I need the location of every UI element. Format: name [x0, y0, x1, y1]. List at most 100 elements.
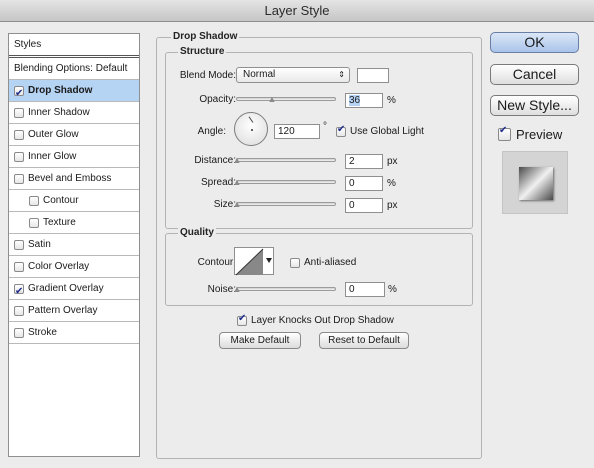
style-item-label: Color Overlay — [28, 260, 90, 272]
drop-shadow-group: Drop Shadow Structure Blend Mode: Normal… — [156, 31, 482, 459]
new-style-button[interactable]: New Style... — [490, 95, 579, 116]
distance-slider-thumb[interactable]: ▲ — [232, 156, 242, 165]
color-overlay-checkbox[interactable] — [14, 261, 24, 272]
satin-checkbox[interactable] — [14, 239, 24, 250]
pattern-overlay-checkbox[interactable] — [14, 305, 24, 316]
anti-aliased-checkbox[interactable] — [290, 257, 300, 268]
preview-checkbox[interactable] — [498, 125, 511, 141]
style-item-label: Contour — [43, 194, 79, 206]
style-item-label: Texture — [43, 216, 76, 228]
structure-group: Structure Blend Mode: Normal ⇕ Opacity: … — [165, 46, 473, 229]
style-item-label: Drop Shadow — [28, 84, 93, 96]
ok-button[interactable]: OK — [490, 32, 579, 53]
style-item-label: Gradient Overlay — [28, 282, 104, 294]
size-input[interactable]: 0 — [345, 198, 383, 213]
inner-shadow-checkbox[interactable] — [14, 107, 24, 118]
style-item-texture[interactable]: Texture — [9, 212, 139, 234]
outer-glow-checkbox[interactable] — [14, 129, 24, 140]
contour-checkbox[interactable] — [29, 195, 39, 206]
contour-label: Contour: — [197, 257, 236, 268]
spread-input[interactable]: 0 — [345, 176, 383, 191]
noise-input[interactable]: 0 — [345, 282, 385, 297]
style-item-label: Bevel and Emboss — [28, 172, 112, 184]
style-item-pattern-overlay[interactable]: Pattern Overlay — [9, 300, 139, 322]
style-item-label: Outer Glow — [28, 128, 79, 140]
style-item-inner-shadow[interactable]: Inner Shadow — [9, 102, 139, 124]
distance-slider-track[interactable] — [236, 158, 336, 162]
size-unit: px — [387, 200, 398, 211]
style-item-label: Stroke — [28, 326, 57, 338]
contour-linear-icon — [235, 248, 272, 276]
spread-label: Spread: — [200, 177, 236, 188]
blend-mode-select[interactable]: Normal ⇕ — [236, 67, 350, 83]
size-slider-track[interactable] — [236, 202, 336, 206]
bevel-and-emboss-checkbox[interactable] — [14, 173, 24, 184]
angle-input[interactable]: 120 — [274, 124, 320, 139]
style-item-drop-shadow[interactable]: Drop Shadow — [9, 80, 139, 105]
drop-shadow-title: Drop Shadow — [171, 31, 240, 42]
cancel-button[interactable]: Cancel — [490, 64, 579, 85]
noise-label: Noise: — [207, 284, 236, 295]
style-item-color-overlay[interactable]: Color Overlay — [9, 256, 139, 278]
quality-title: Quality — [178, 227, 216, 238]
distance-unit: px — [387, 156, 398, 167]
style-item-stroke[interactable]: Stroke — [9, 322, 139, 344]
opacity-slider-thumb[interactable]: ▲ — [267, 95, 277, 104]
shadow-color-swatch[interactable] — [357, 68, 389, 83]
blend-mode-value: Normal — [243, 69, 276, 80]
size-label: Size: — [213, 199, 236, 210]
window-title: Layer Style — [0, 0, 594, 22]
style-item-contour[interactable]: Contour — [9, 190, 139, 212]
anti-aliased-row[interactable]: Anti-aliased — [290, 257, 356, 268]
use-global-light-checkbox[interactable] — [336, 124, 346, 137]
opacity-slider-track[interactable] — [236, 97, 336, 101]
reset-to-default-button[interactable]: Reset to Default — [319, 332, 409, 349]
knocks-out-checkbox[interactable] — [237, 313, 247, 326]
angle-label: Angle: — [197, 126, 226, 137]
style-item-blending-options-default[interactable]: Blending Options: Default — [9, 58, 139, 80]
inner-glow-checkbox[interactable] — [14, 151, 24, 162]
drop-shadow-checkbox[interactable] — [14, 83, 24, 105]
styles-list: Styles Blending Options: Default Drop Sha… — [8, 33, 140, 457]
noise-slider-thumb[interactable]: ▲ — [232, 285, 242, 294]
knocks-out-row[interactable]: Layer Knocks Out Drop Shadow — [237, 313, 394, 326]
preview-label: Preview — [516, 127, 563, 142]
style-item-gradient-overlay[interactable]: Gradient Overlay — [9, 278, 139, 303]
opacity-input[interactable]: 36 — [345, 93, 383, 108]
make-default-button[interactable]: Make Default — [219, 332, 301, 349]
use-global-light-row[interactable]: Use Global Light — [336, 124, 424, 137]
spread-slider-track[interactable] — [236, 180, 336, 184]
blend-mode-label: Blend Mode: — [179, 70, 236, 81]
style-item-bevel-and-emboss[interactable]: Bevel and Emboss — [9, 168, 139, 190]
stepper-arrows-icon: ⇕ — [338, 70, 345, 79]
style-item-label: Inner Shadow — [28, 106, 90, 118]
contour-picker[interactable] — [234, 247, 274, 276]
preview-row[interactable]: Preview — [498, 125, 563, 142]
style-item-label: Inner Glow — [28, 150, 77, 162]
quality-group: Quality Contour: Anti-aliased Noise: ▲ 0… — [165, 227, 473, 306]
spread-slider-thumb[interactable]: ▲ — [232, 178, 242, 187]
texture-checkbox[interactable] — [29, 217, 39, 228]
size-slider-thumb[interactable]: ▲ — [232, 200, 242, 209]
opacity-label: Opacity: — [199, 94, 236, 105]
angle-dial[interactable] — [234, 112, 268, 146]
structure-title: Structure — [178, 46, 227, 57]
preview-swatch — [519, 167, 553, 200]
distance-input[interactable]: 2 — [345, 154, 383, 169]
distance-label: Distance: — [194, 155, 236, 166]
use-global-light-label: Use Global Light — [350, 126, 424, 137]
noise-slider-track[interactable] — [236, 287, 336, 291]
style-item-inner-glow[interactable]: Inner Glow — [9, 146, 139, 168]
stroke-checkbox[interactable] — [14, 327, 24, 338]
noise-unit: % — [388, 284, 397, 295]
style-item-satin[interactable]: Satin — [9, 234, 139, 256]
gradient-overlay-checkbox[interactable] — [14, 281, 24, 303]
angle-degree: ° — [323, 121, 327, 132]
style-item-label: Blending Options: Default — [14, 62, 128, 74]
spread-unit: % — [387, 178, 396, 189]
style-item-label: Pattern Overlay — [28, 304, 98, 316]
styles-header[interactable]: Styles — [9, 34, 139, 58]
knocks-out-label: Layer Knocks Out Drop Shadow — [251, 315, 394, 326]
style-item-label: Satin — [28, 238, 51, 250]
style-item-outer-glow[interactable]: Outer Glow — [9, 124, 139, 146]
